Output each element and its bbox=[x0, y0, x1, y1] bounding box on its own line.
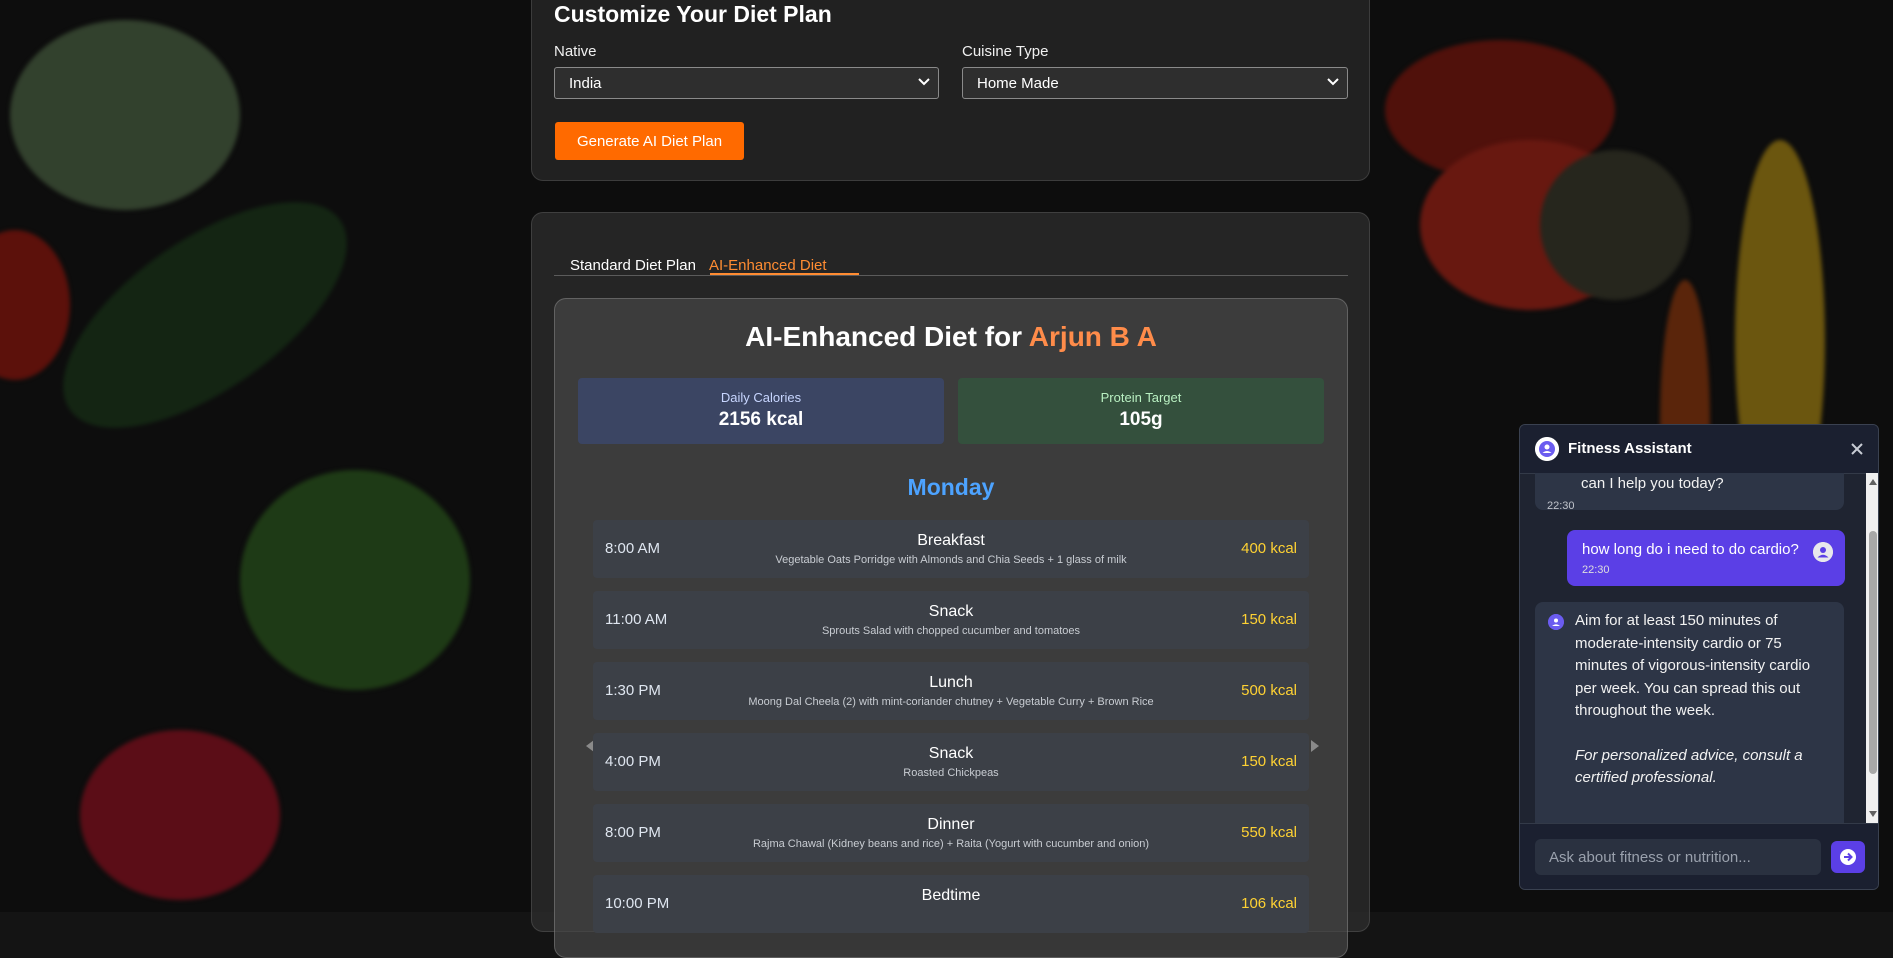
message-text: how long do i need to do cardio? bbox=[1582, 541, 1799, 558]
meal-row: 10:00 PM Bedtime 106 kcal bbox=[593, 875, 1309, 933]
customize-title: Customize Your Diet Plan bbox=[554, 1, 832, 27]
diet-tabs: Standard Diet Plan AI-Enhanced Diet bbox=[554, 243, 1348, 276]
scroll-up-icon[interactable] bbox=[1869, 479, 1877, 485]
daily-calories-card: Daily Calories 2156 kcal bbox=[578, 378, 944, 444]
native-select-value: India bbox=[569, 75, 602, 92]
message-text: Aim for at least 150 minutes of moderate… bbox=[1575, 612, 1811, 719]
cuisine-select-value: Home Made bbox=[977, 75, 1059, 92]
message-note: For personalized advice, consult a certi… bbox=[1575, 746, 1803, 787]
meal-calories: 550 kcal bbox=[1241, 824, 1297, 841]
native-select[interactable]: India bbox=[554, 67, 939, 99]
tab-standard-diet[interactable]: Standard Diet Plan bbox=[570, 257, 696, 274]
chat-input[interactable] bbox=[1535, 839, 1821, 875]
fitness-assistant-chat: Fitness Assistant can I help you today? … bbox=[1519, 424, 1879, 890]
meal-row: 8:00 PM Dinner Rajma Chawal (Kidney bean… bbox=[593, 804, 1309, 862]
chat-header: Fitness Assistant bbox=[1520, 425, 1878, 474]
cuisine-select[interactable]: Home Made bbox=[962, 67, 1348, 99]
protein-target-label: Protein Target bbox=[1100, 390, 1182, 405]
protein-target-card: Protein Target 105g bbox=[958, 378, 1324, 444]
chat-title: Fitness Assistant bbox=[1568, 440, 1692, 457]
meal-name: Lunch bbox=[929, 674, 973, 691]
message-time: 22:30 bbox=[1547, 500, 1575, 512]
daily-calories-value: 2156 kcal bbox=[718, 409, 804, 430]
ai-diet-card: AI-Enhanced Diet for Arjun B A Daily Cal… bbox=[554, 298, 1348, 958]
meal-description: Moong Dal Cheela (2) with mint-coriander… bbox=[748, 696, 1154, 708]
chat-scrollbar[interactable] bbox=[1866, 473, 1878, 823]
scroll-thumb[interactable] bbox=[1869, 531, 1877, 774]
user-name: Arjun B A bbox=[1028, 321, 1157, 352]
diet-title: AI-Enhanced Diet for Arjun B A bbox=[555, 321, 1347, 353]
scroll-down-icon[interactable] bbox=[1869, 811, 1877, 817]
customize-panel: Customize Your Diet Plan Native India Cu… bbox=[531, 0, 1370, 181]
meal-calories: 150 kcal bbox=[1241, 753, 1297, 770]
diet-title-prefix: AI-Enhanced Diet for bbox=[745, 321, 1023, 352]
generate-ai-diet-button[interactable]: Generate AI Diet Plan bbox=[555, 122, 744, 160]
send-button[interactable] bbox=[1831, 841, 1865, 873]
assistant-avatar-icon bbox=[1548, 614, 1564, 630]
meal-description: Roasted Chickpeas bbox=[903, 767, 999, 779]
user-avatar-icon bbox=[1813, 542, 1833, 562]
chat-messages: can I help you today? 22:30 how long do … bbox=[1520, 473, 1866, 823]
meal-description: Vegetable Oats Porridge with Almonds and… bbox=[775, 554, 1127, 566]
daily-calories-label: Daily Calories bbox=[720, 390, 802, 405]
meal-row: 11:00 AM Snack Sprouts Salad with choppe… bbox=[593, 591, 1309, 649]
bot-message: Aim for at least 150 minutes of moderate… bbox=[1535, 602, 1844, 823]
chevron-down-icon bbox=[1327, 78, 1339, 86]
message-text: can I help you today? bbox=[1581, 475, 1724, 492]
meal-calories: 500 kcal bbox=[1241, 682, 1297, 699]
send-icon bbox=[1840, 849, 1856, 865]
meal-calories: 400 kcal bbox=[1241, 540, 1297, 557]
day-heading: Monday bbox=[907, 474, 995, 500]
user-message: how long do i need to do cardio? 22:30 bbox=[1567, 530, 1845, 586]
meal-description: Sprouts Salad with chopped cucumber and … bbox=[821, 625, 1081, 637]
assistant-avatar-icon bbox=[1535, 437, 1559, 461]
message-time: 22:30 bbox=[1582, 564, 1610, 576]
meal-calories: 106 kcal bbox=[1241, 895, 1297, 912]
protein-target-value: 105g bbox=[1119, 409, 1163, 430]
meal-row: 1:30 PM Lunch Moong Dal Cheela (2) with … bbox=[593, 662, 1309, 720]
meal-calories: 150 kcal bbox=[1241, 611, 1297, 628]
close-icon[interactable] bbox=[1848, 440, 1866, 458]
meal-name: Breakfast bbox=[917, 532, 985, 549]
meal-row: 4:00 PM Snack Roasted Chickpeas 150 kcal bbox=[593, 733, 1309, 791]
cuisine-label: Cuisine Type bbox=[962, 43, 1049, 60]
meal-name: Bedtime bbox=[921, 887, 981, 904]
tab-ai-enhanced-diet[interactable]: AI-Enhanced Diet bbox=[709, 257, 827, 274]
meal-name: Dinner bbox=[927, 816, 975, 833]
meal-row: 8:00 AM Breakfast Vegetable Oats Porridg… bbox=[593, 520, 1309, 578]
chat-input-bar bbox=[1520, 823, 1878, 889]
carousel-next-icon[interactable] bbox=[1311, 740, 1319, 752]
diet-panel: Standard Diet Plan AI-Enhanced Diet AI-E… bbox=[531, 212, 1370, 958]
bot-message: can I help you today? 22:30 bbox=[1535, 473, 1844, 512]
meal-name: Snack bbox=[928, 603, 974, 620]
meal-name: Snack bbox=[928, 745, 974, 762]
active-tab-indicator bbox=[710, 273, 859, 275]
chevron-down-icon bbox=[918, 78, 930, 86]
meal-description: Rajma Chawal (Kidney beans and rice) + R… bbox=[752, 838, 1150, 850]
native-label: Native bbox=[554, 43, 597, 60]
